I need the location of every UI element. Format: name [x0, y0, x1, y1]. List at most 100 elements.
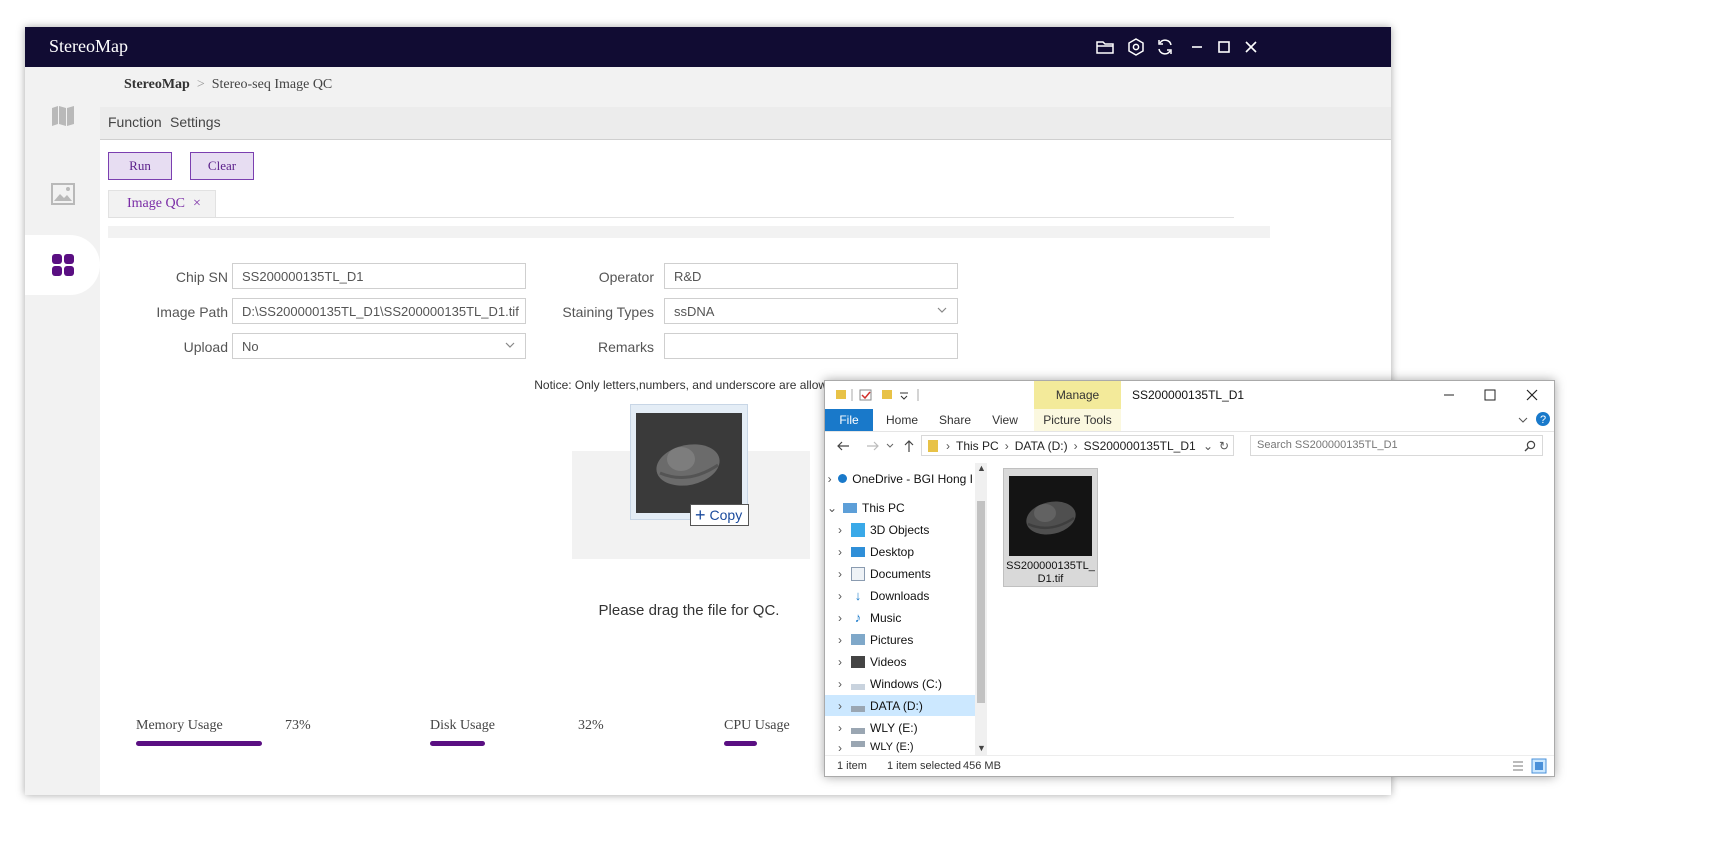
- address-refresh-icon[interactable]: ↻: [1219, 439, 1229, 453]
- nav-item-data-d[interactable]: › DATA (D:): [825, 695, 981, 716]
- address-bar[interactable]: › This PC › DATA (D:) › SS200000135TL_D1…: [921, 435, 1234, 456]
- ribbon-tab-file[interactable]: File: [825, 409, 873, 431]
- ribbon-tab-home[interactable]: Home: [881, 409, 923, 431]
- expand-icon[interactable]: ›: [833, 545, 847, 559]
- details-view-icon[interactable]: [1511, 759, 1525, 773]
- chip-sn-input[interactable]: SS200000135TL_D1: [232, 263, 526, 289]
- nav-item-this-pc[interactable]: ⌄ This PC: [825, 497, 973, 518]
- staining-types-select[interactable]: ssDNA: [664, 298, 958, 324]
- explorer-minimize-icon[interactable]: [1441, 387, 1457, 403]
- ribbon-expand-icon[interactable]: [1518, 415, 1528, 425]
- disk-usage-value: 32%: [578, 718, 604, 733]
- expand-icon[interactable]: ›: [833, 567, 847, 581]
- nav-scrollbar-thumb[interactable]: [977, 501, 985, 703]
- nav-item-pictures[interactable]: › Pictures: [825, 629, 981, 650]
- maximize-icon[interactable]: [1214, 37, 1234, 57]
- address-segment-this-pc[interactable]: This PC: [956, 439, 999, 453]
- minimize-icon[interactable]: [1187, 37, 1207, 57]
- file-thumbnail: [1009, 476, 1092, 556]
- nav-item-desktop[interactable]: › Desktop: [825, 541, 981, 562]
- ribbon-tab-share[interactable]: Share: [935, 409, 975, 431]
- nav-item-downloads[interactable]: › ↓ Downloads: [825, 585, 981, 606]
- folder-open-icon[interactable]: [1095, 37, 1115, 57]
- pc-icon: [843, 502, 857, 513]
- nav-item-music[interactable]: › ♪ Music: [825, 607, 981, 628]
- image-path-input[interactable]: D:\SS200000135TL_D1\SS200000135TL_D1.tif: [232, 298, 526, 324]
- drive-icon: [851, 741, 865, 747]
- disk-usage-fill: [430, 741, 486, 746]
- quick-access-toolbar-icon[interactable]: [834, 388, 922, 402]
- collapse-icon[interactable]: ⌄: [825, 501, 839, 515]
- svg-text:?: ?: [1540, 414, 1546, 426]
- remarks-input[interactable]: [664, 333, 958, 359]
- manage-tab[interactable]: Manage: [1034, 381, 1121, 409]
- clear-button[interactable]: Clear: [190, 152, 254, 180]
- nav-item-videos[interactable]: › Videos: [825, 651, 981, 672]
- expand-icon[interactable]: ›: [833, 699, 847, 713]
- file-item[interactable]: SS200000135TL_D1.tif: [1003, 468, 1098, 587]
- video-icon: [851, 655, 865, 668]
- menu-function[interactable]: Function: [108, 114, 162, 130]
- settings-hex-icon[interactable]: [1126, 37, 1146, 57]
- ribbon-tab-picture-tools[interactable]: Picture Tools: [1034, 409, 1121, 431]
- expand-icon[interactable]: ›: [833, 589, 847, 603]
- cpu-usage-label: CPU Usage: [724, 718, 790, 733]
- desktop-icon: [851, 546, 865, 557]
- explorer-close-icon[interactable]: [1524, 387, 1540, 403]
- nav-item-onedrive[interactable]: › OneDrive - BGI Hong I: [825, 468, 973, 489]
- status-selected: 1 item selected: [887, 760, 961, 772]
- tab-divider: [108, 217, 1234, 218]
- navigation-arrows-icon[interactable]: [835, 438, 925, 454]
- nav-item-3d-objects[interactable]: › 3D Objects: [825, 519, 981, 540]
- nav-item-wly-e-network[interactable]: › WLY (E:): [825, 741, 981, 755]
- large-icons-view-icon[interactable]: [1531, 758, 1547, 774]
- nav-label: Music: [870, 610, 902, 625]
- chevron-right-icon: ›: [1004, 438, 1009, 453]
- map-icon: [51, 106, 74, 126]
- upload-select[interactable]: No: [232, 333, 526, 359]
- file-name: SS200000135TL_D1.tif: [1006, 560, 1095, 585]
- address-segment-folder[interactable]: SS200000135TL_D1: [1084, 439, 1196, 453]
- nav-item-windows-c[interactable]: › Windows (C:): [825, 673, 981, 694]
- folder-icon: [928, 439, 938, 452]
- tab-close-icon[interactable]: ×: [193, 196, 201, 212]
- expand-icon[interactable]: ›: [833, 677, 847, 691]
- nav-label: Videos: [870, 654, 907, 669]
- scroll-up-icon[interactable]: ▲: [977, 463, 986, 473]
- expand-icon[interactable]: ›: [833, 611, 847, 625]
- address-dropdown-icon[interactable]: ⌄: [1203, 439, 1213, 453]
- scroll-down-icon[interactable]: ▼: [977, 743, 986, 753]
- expand-icon[interactable]: ›: [833, 741, 847, 755]
- app-titlebar: StereoMap: [25, 27, 1391, 67]
- nav-item-wly-e[interactable]: › WLY (E:): [825, 717, 981, 738]
- expand-icon[interactable]: ›: [825, 472, 834, 486]
- operator-input[interactable]: R&D: [664, 263, 958, 289]
- upload-label: Upload: [183, 339, 228, 355]
- search-input[interactable]: Search SS200000135TL_D1: [1250, 435, 1543, 456]
- tab-image-qc-label: Image QC: [127, 196, 185, 211]
- help-icon[interactable]: ?: [1535, 411, 1551, 427]
- menu-settings[interactable]: Settings: [170, 114, 221, 130]
- close-icon[interactable]: [1241, 37, 1261, 57]
- expand-icon[interactable]: ›: [833, 633, 847, 647]
- nav-label: Downloads: [870, 588, 930, 603]
- expand-icon[interactable]: ›: [833, 721, 847, 735]
- run-button[interactable]: Run: [108, 152, 172, 180]
- status-item-count: 1 item: [837, 760, 867, 772]
- refresh-icon[interactable]: [1155, 37, 1175, 57]
- nav-item-documents[interactable]: › Documents: [825, 563, 981, 584]
- sidebar-item-image[interactable]: [25, 162, 100, 226]
- tab-image-qc[interactable]: Image QC ×: [108, 190, 216, 217]
- nav-label: Windows (C:): [870, 676, 943, 691]
- expand-icon[interactable]: ›: [833, 655, 847, 669]
- search-icon: [1524, 440, 1536, 452]
- sidebar-item-apps[interactable]: [25, 235, 100, 295]
- ribbon-tab-view[interactable]: View: [987, 409, 1023, 431]
- address-segment-data-drive[interactable]: DATA (D:): [1015, 439, 1068, 453]
- sidebar-item-map[interactable]: [25, 84, 100, 148]
- nav-label: Documents: [870, 566, 931, 581]
- breadcrumb-root[interactable]: StereoMap: [124, 77, 190, 92]
- expand-icon[interactable]: ›: [833, 523, 847, 537]
- explorer-maximize-icon[interactable]: [1482, 387, 1498, 403]
- navigation-pane: › OneDrive - BGI Hong I ⌄ This PC › 3D Obje…: [825, 463, 987, 755]
